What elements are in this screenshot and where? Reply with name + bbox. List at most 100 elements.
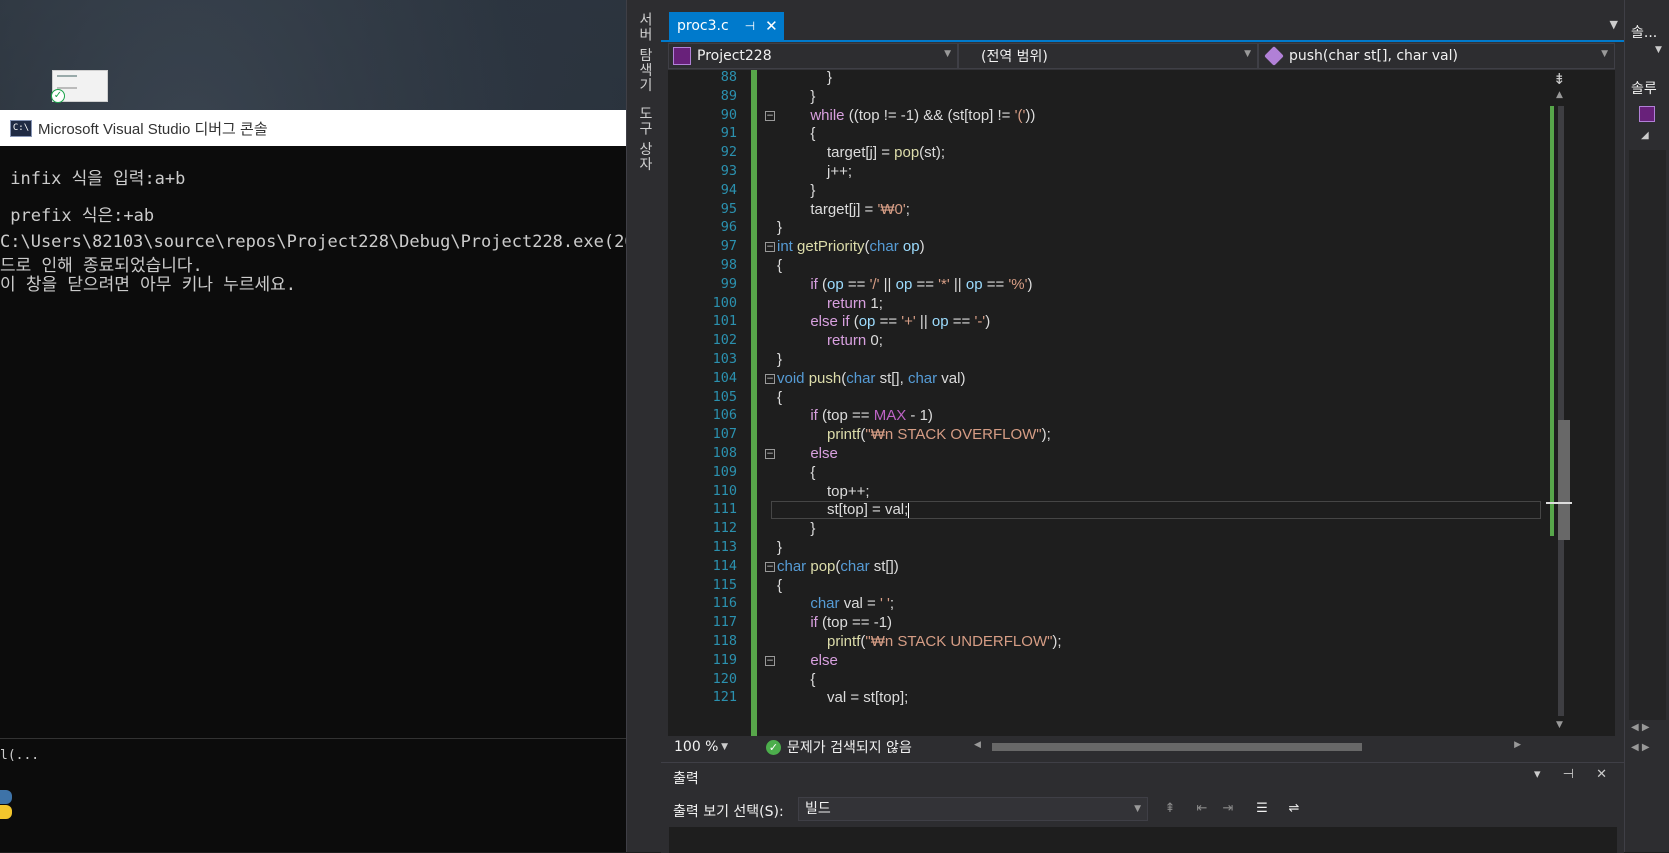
code-line[interactable]: target[j] = '₩0';: [777, 201, 910, 220]
code-line[interactable]: {: [777, 257, 782, 276]
scroll-left-icon[interactable]: ◀: [974, 740, 981, 750]
panel-scroll-arrows[interactable]: ◀ ▶: [1631, 722, 1650, 733]
fold-toggle-icon[interactable]: −: [765, 561, 775, 572]
previous-message-icon[interactable]: ⇤: [1191, 797, 1213, 821]
left-tool-strip: 서버 탐색기 도구 상자: [626, 0, 661, 852]
function-icon: [1264, 46, 1284, 66]
line-number: 110: [712, 482, 737, 499]
code-line[interactable]: else if (op == '+' || op == '-'): [777, 313, 990, 332]
no-issues-icon[interactable]: ✓: [766, 739, 781, 755]
fold-toggle-icon[interactable]: −: [765, 655, 775, 666]
code-line[interactable]: char pop(char st[]): [777, 558, 899, 577]
code-line[interactable]: if (top == MAX - 1): [777, 407, 933, 426]
code-line[interactable]: }: [777, 70, 832, 88]
goto-message-icon[interactable]: ⇞: [1159, 797, 1181, 821]
code-line[interactable]: }: [777, 351, 782, 370]
fold-toggle-icon[interactable]: −: [765, 373, 775, 384]
code-line[interactable]: void push(char st[], char val): [777, 370, 965, 389]
text-caret: [908, 503, 909, 518]
code-line[interactable]: {: [777, 125, 815, 144]
code-line[interactable]: }: [777, 219, 782, 238]
line-number: 88: [720, 70, 737, 85]
code-line[interactable]: if (op == '/' || op == '*' || op == '%'): [777, 276, 1032, 295]
fold-toggle-icon[interactable]: −: [765, 242, 775, 253]
scroll-right-icon[interactable]: ▶: [1514, 740, 1521, 750]
tab-proc3-c[interactable]: proc3.c ⊣ ✕: [669, 12, 784, 40]
code-line[interactable]: {: [777, 671, 815, 690]
line-number: 103: [712, 351, 737, 367]
tab-server-explorer[interactable]: 서버 탐색기: [635, 12, 655, 92]
code-line[interactable]: top++;: [777, 483, 870, 502]
code-line[interactable]: if (top == -1): [777, 614, 892, 633]
editor-area: proc3.c ⊣ ✕ ▼ Project228 ▼ (전역 범위) ▼ pus…: [661, 0, 1624, 853]
code-line[interactable]: }: [777, 182, 815, 201]
close-icon[interactable]: ✕: [765, 17, 778, 35]
code-line[interactable]: else: [777, 445, 838, 464]
console-divider: [0, 738, 626, 739]
chevron-down-icon[interactable]: ▼: [1655, 45, 1662, 55]
chevron-down-icon: ▼: [1601, 49, 1608, 59]
output-source-select[interactable]: 빌드 ▼: [798, 797, 1148, 821]
debug-console-window[interactable]: C:\ Microsoft Visual Studio 디버그 콘솔 infix…: [0, 110, 626, 852]
tab-toolbox[interactable]: 도구 상자: [635, 106, 655, 171]
solution-explorer-title[interactable]: 솔...: [1631, 22, 1657, 42]
tab-overflow-icon[interactable]: ▼: [1610, 18, 1618, 31]
panel-scroll-arrows[interactable]: ◀ ▶: [1631, 742, 1650, 753]
scroll-track[interactable]: [1558, 106, 1564, 716]
change-tracking-bar: [751, 70, 757, 736]
code-line[interactable]: }: [777, 539, 782, 558]
project-dropdown[interactable]: Project228 ▼: [668, 43, 958, 69]
vertical-scrollbar[interactable]: ⇟ ▲ ▼: [1546, 70, 1576, 736]
word-wrap-icon[interactable]: ⇌: [1283, 797, 1305, 821]
issues-status[interactable]: 문제가 검색되지 않음: [787, 737, 912, 757]
console-line: 이 창을 닫으려면 아무 키나 누르세요.: [0, 275, 297, 295]
code-line[interactable]: val = st[top];: [777, 689, 908, 708]
line-number: 109: [712, 463, 737, 480]
pin-icon[interactable]: ⊣: [745, 19, 755, 33]
python-icon[interactable]: [0, 790, 16, 820]
member-dropdown[interactable]: push(char st[], char val) ▼: [1258, 43, 1615, 69]
code-line[interactable]: {: [777, 577, 782, 596]
code-line[interactable]: j++;: [777, 163, 852, 182]
code-line[interactable]: printf("₩n STACK OVERFLOW");: [777, 426, 1051, 445]
solution-tree[interactable]: [1629, 150, 1666, 720]
zoom-dropdown[interactable]: 100 % ▼: [670, 738, 732, 756]
code-line[interactable]: }: [777, 520, 815, 539]
output-source-label: 출력 보기 선택(S):: [673, 804, 784, 820]
next-message-icon[interactable]: ⇥: [1217, 797, 1239, 821]
line-number: 96: [720, 219, 737, 236]
console-titlebar[interactable]: C:\ Microsoft Visual Studio 디버그 콘솔: [0, 110, 626, 146]
visual-studio-icon[interactable]: [1639, 106, 1655, 122]
code-line[interactable]: }: [777, 88, 815, 107]
scroll-down-icon[interactable]: ▼: [1556, 720, 1563, 730]
fold-toggle-icon[interactable]: −: [765, 449, 775, 459]
scope-dropdown[interactable]: (전역 범위) ▼: [958, 43, 1258, 69]
fold-toggle-icon[interactable]: −: [765, 110, 775, 121]
split-editor-icon[interactable]: ⇟: [1553, 70, 1566, 88]
code-line[interactable]: {: [777, 464, 815, 483]
code-line[interactable]: while ((top != -1) && (st[top] != '(')): [777, 107, 1035, 126]
hscroll-thumb[interactable]: [992, 743, 1362, 751]
console-line: C:\Users\82103\source\repos\Project228\D…: [0, 232, 626, 252]
code-line[interactable]: st[top] = val;: [777, 501, 908, 520]
scroll-up-icon[interactable]: ▲: [1556, 90, 1563, 100]
code-line[interactable]: printf("₩n STACK UNDERFLOW");: [777, 633, 1062, 652]
code-line[interactable]: char val = ' ';: [777, 595, 894, 614]
console-output[interactable]: infix 식을 입력:a+b prefix 식은:+ab C:\Users\8…: [0, 146, 626, 852]
chevron-down-icon: ▼: [1134, 804, 1141, 814]
code-line[interactable]: int getPriority(char op): [777, 238, 925, 257]
output-text-area[interactable]: [669, 827, 1617, 853]
code-line[interactable]: return 0;: [777, 332, 883, 351]
code-line[interactable]: return 1;: [777, 295, 883, 314]
horizontal-scrollbar[interactable]: ◀ ▶: [968, 739, 1523, 755]
code-editor[interactable]: 88 89 90 91 92 93 94 95 96 97 98 99 100 101 102 103 104 1…: [668, 70, 1615, 736]
tab-label: proc3.c: [677, 18, 729, 34]
code-line[interactable]: target[j] = pop(st);: [777, 144, 945, 163]
breakpoint-gutter[interactable]: [668, 70, 685, 736]
scroll-thumb[interactable]: [1558, 420, 1570, 540]
code-line[interactable]: {: [777, 389, 782, 408]
expand-icon[interactable]: ◢: [1641, 130, 1649, 141]
code-line[interactable]: else: [777, 652, 838, 671]
output-panel-controls[interactable]: ▾ ⊣ ✕: [1534, 767, 1616, 782]
clear-all-icon[interactable]: ☰: [1251, 797, 1273, 821]
